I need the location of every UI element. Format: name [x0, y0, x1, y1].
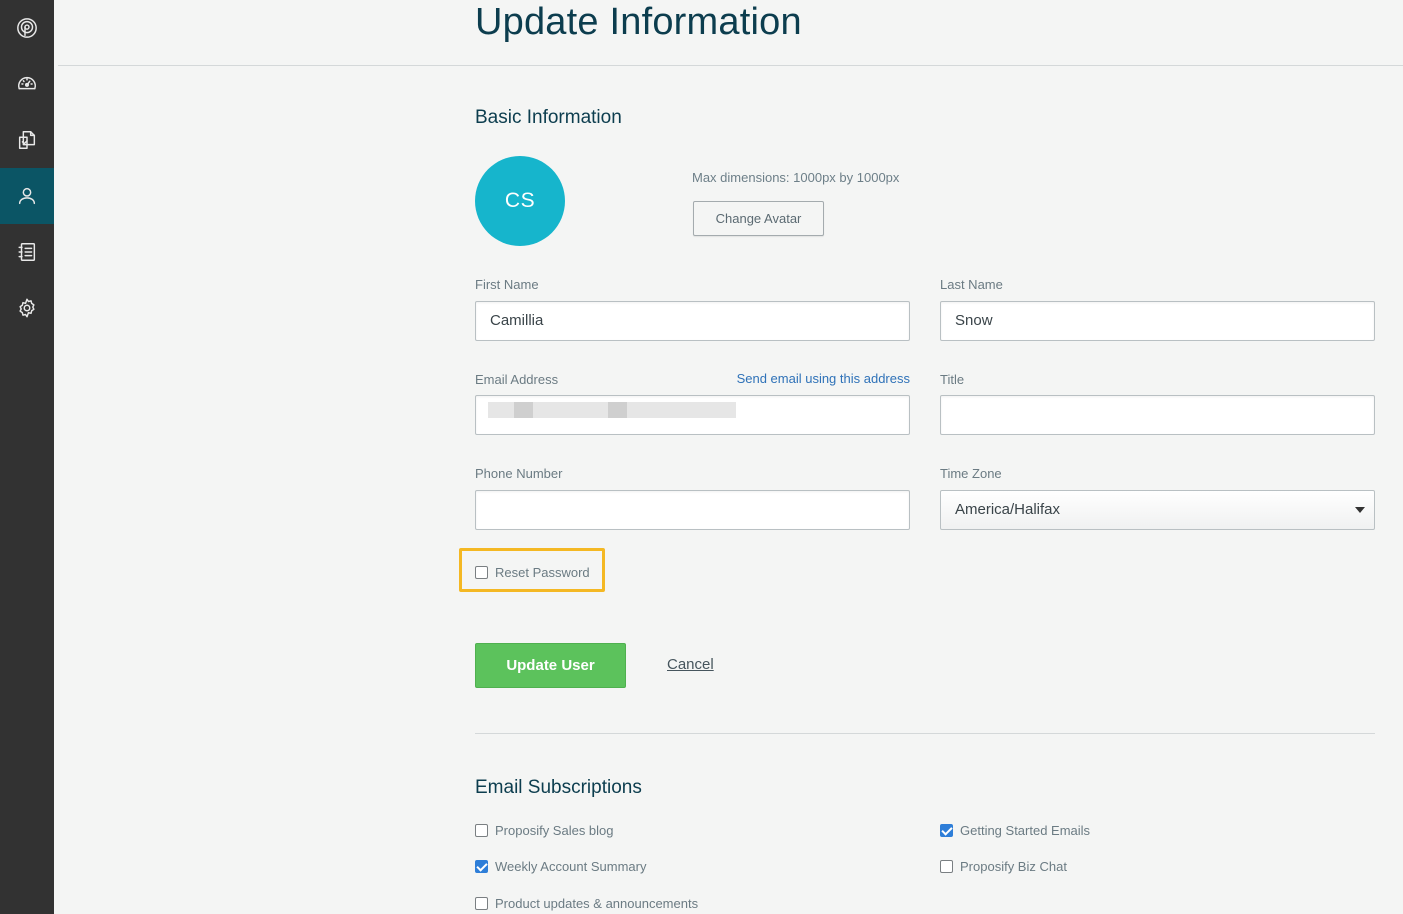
subscription-checkbox-weekly-summary[interactable]	[475, 860, 488, 873]
subscription-checkbox-product-updates[interactable]	[475, 897, 488, 910]
sidebar	[0, 0, 54, 914]
chevron-down-icon	[1355, 507, 1365, 513]
first-name-input[interactable]: Camillia	[475, 301, 910, 341]
proposify-logo-icon[interactable]	[0, 0, 54, 56]
subscription-label-product-updates[interactable]: Product updates & announcements	[495, 896, 698, 911]
email-redaction-block	[514, 402, 533, 418]
subscription-checkbox-sales-blog[interactable]	[475, 824, 488, 837]
page-title: Update Information	[475, 1, 802, 43]
timezone-label: Time Zone	[940, 466, 1002, 481]
section-divider	[475, 733, 1375, 734]
notebook-icon[interactable]	[0, 224, 54, 280]
first-name-label: First Name	[475, 277, 539, 292]
last-name-input[interactable]: Snow	[940, 301, 1375, 341]
user-icon[interactable]	[0, 168, 54, 224]
timezone-select[interactable]: America/Halifax	[940, 490, 1375, 530]
avatar: CS	[475, 156, 565, 246]
cancel-link[interactable]: Cancel	[667, 656, 714, 673]
subscription-checkbox-getting-started[interactable]	[940, 824, 953, 837]
header-divider	[58, 65, 1403, 66]
change-avatar-button[interactable]: Change Avatar	[693, 201, 824, 236]
reset-password-checkbox[interactable]	[475, 566, 488, 579]
gear-icon[interactable]	[0, 280, 54, 336]
phone-label: Phone Number	[475, 466, 563, 481]
subscription-checkbox-biz-chat[interactable]	[940, 860, 953, 873]
title-label: Title	[940, 372, 965, 387]
update-user-button[interactable]: Update User	[475, 643, 626, 688]
dashboard-gauge-icon[interactable]	[0, 56, 54, 112]
documents-icon[interactable]	[0, 112, 54, 168]
email-redaction-block	[608, 402, 627, 418]
subscription-label-weekly-summary[interactable]: Weekly Account Summary	[495, 859, 646, 874]
subscription-label-getting-started[interactable]: Getting Started Emails	[960, 823, 1090, 838]
email-subscriptions-heading: Email Subscriptions	[475, 777, 642, 798]
title-input[interactable]	[940, 395, 1375, 435]
last-name-label: Last Name	[940, 277, 1003, 292]
avatar-hint: Max dimensions: 1000px by 1000px	[692, 170, 900, 185]
timezone-value: America/Halifax	[955, 501, 1061, 518]
send-email-link[interactable]: Send email using this address	[737, 371, 910, 386]
email-label: Email Address	[475, 372, 559, 387]
basic-info-heading: Basic Information	[475, 107, 622, 128]
phone-input[interactable]	[475, 490, 910, 530]
reset-password-label[interactable]: Reset Password	[495, 565, 590, 580]
subscription-label-biz-chat[interactable]: Proposify Biz Chat	[960, 859, 1067, 874]
subscription-label-sales-blog[interactable]: Proposify Sales blog	[495, 823, 614, 838]
